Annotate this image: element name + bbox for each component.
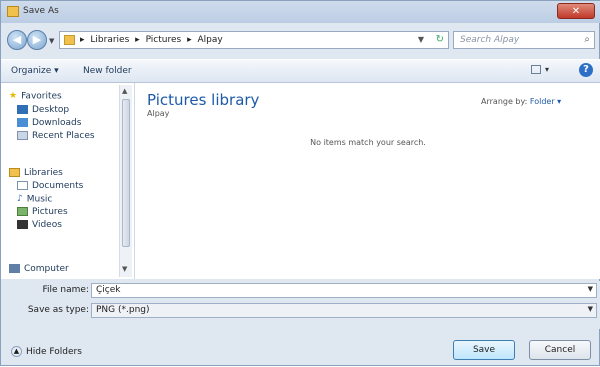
empty-message: No items match your search. <box>310 138 426 147</box>
change-view-icon[interactable] <box>531 65 541 74</box>
nav-item-pictures[interactable]: Pictures <box>17 207 68 217</box>
title-bar: Save As ✕ <box>1 1 600 23</box>
folder-icon <box>7 6 19 17</box>
search-icon[interactable]: ⌕ <box>584 34 590 45</box>
breadcrumb-libraries[interactable]: Libraries <box>90 35 129 45</box>
nav-item-downloads[interactable]: Downloads <box>17 118 81 128</box>
file-name-field[interactable]: Çiçek ▼ <box>91 283 597 298</box>
nav-item-desktop[interactable]: Desktop <box>17 105 69 115</box>
nav-libraries[interactable]: Libraries <box>9 168 63 178</box>
desktop-icon <box>17 105 28 114</box>
toolbar: Organize ▾ New folder ▾ ? <box>1 59 600 83</box>
breadcrumb-alpay[interactable]: Alpay <box>197 35 222 45</box>
scroll-thumb[interactable] <box>122 99 130 247</box>
hide-folders-button[interactable]: ▲ Hide Folders <box>11 346 82 357</box>
new-folder-button[interactable]: New folder <box>83 66 132 76</box>
library-subtitle: Alpay <box>147 109 170 118</box>
forward-button[interactable]: ▶ <box>27 30 47 50</box>
folder-icon <box>64 35 75 45</box>
back-button[interactable]: ◀ <box>7 30 27 50</box>
save-as-type-select[interactable]: PNG (*.png) ▼ <box>91 303 597 318</box>
breadcrumb-pictures[interactable]: Pictures <box>146 35 182 45</box>
file-name-value: Çiçek <box>96 285 121 295</box>
documents-icon <box>17 181 28 190</box>
arrange-by-dropdown[interactable]: Folder ▾ <box>530 97 561 106</box>
address-bar[interactable]: ▸ Libraries ▸ Pictures ▸ Alpay ▼ ↻ <box>59 31 449 49</box>
file-list-pane: Pictures library Alpay Arrange by: Folde… <box>135 83 600 279</box>
search-input[interactable]: Search Alpay ⌕ <box>453 31 595 49</box>
star-icon: ★ <box>9 91 18 101</box>
recent-places-icon <box>17 131 28 140</box>
videos-icon <box>17 220 28 229</box>
nav-scrollbar[interactable]: ▲ ▼ <box>119 85 132 277</box>
computer-icon <box>9 264 20 273</box>
view-dropdown-icon[interactable]: ▾ <box>545 65 549 74</box>
close-button[interactable]: ✕ <box>557 3 595 19</box>
chevron-up-icon: ▲ <box>11 346 22 357</box>
arrange-by: Arrange by: Folder ▾ <box>481 97 561 106</box>
scroll-down-icon[interactable]: ▼ <box>122 265 127 273</box>
library-title: Pictures library <box>147 91 260 109</box>
breadcrumb: ▸ Libraries ▸ Pictures ▸ Alpay <box>80 35 226 45</box>
nav-item-documents[interactable]: Documents <box>17 181 83 191</box>
arrange-by-label: Arrange by: <box>481 97 528 106</box>
nav-item-music[interactable]: ♪ Music <box>17 194 52 205</box>
save-form: File name: Çiçek ▼ Save as type: PNG (*.… <box>1 281 600 329</box>
libraries-icon <box>9 168 20 177</box>
cancel-button[interactable]: Cancel <box>529 340 591 360</box>
save-as-type-value: PNG (*.png) <box>96 305 150 315</box>
recent-pages-dropdown[interactable]: ▼ <box>49 37 57 45</box>
navigation-pane: ★ Favorites Desktop Downloads Recent Plac… <box>1 83 135 279</box>
address-row: ◀ ▶ ▼ ▸ Libraries ▸ Pictures ▸ Alpay ▼ ↻… <box>1 25 600 55</box>
dialog-footer: ▲ Hide Folders Save Cancel <box>1 331 600 367</box>
save-as-type-label: Save as type: <box>27 305 89 315</box>
help-icon[interactable]: ? <box>579 63 593 77</box>
music-icon: ♪ <box>17 194 23 204</box>
scroll-up-icon[interactable]: ▲ <box>122 87 127 95</box>
downloads-icon <box>17 118 28 127</box>
file-name-label: File name: <box>42 285 89 295</box>
breadcrumb-separator: ▸ <box>187 35 192 45</box>
chevron-down-icon[interactable]: ▼ <box>588 305 593 313</box>
pictures-icon <box>17 207 28 216</box>
nav-item-videos[interactable]: Videos <box>17 220 62 230</box>
search-placeholder: Search Alpay <box>460 35 520 45</box>
refresh-icon[interactable]: ↻ <box>436 34 444 45</box>
window-title: Save As <box>23 6 59 16</box>
nav-item-recent-places[interactable]: Recent Places <box>17 131 95 141</box>
address-dropdown-icon[interactable]: ▼ <box>418 35 424 44</box>
organize-button[interactable]: Organize ▾ <box>11 66 59 76</box>
save-button[interactable]: Save <box>453 340 515 360</box>
nav-favorites[interactable]: ★ Favorites <box>9 91 62 102</box>
breadcrumb-separator: ▸ <box>80 35 85 45</box>
breadcrumb-separator: ▸ <box>135 35 140 45</box>
save-as-dialog: Save As ✕ ◀ ▶ ▼ ▸ Libraries ▸ Pictures ▸… <box>0 0 600 366</box>
chevron-down-icon[interactable]: ▼ <box>588 285 593 293</box>
nav-computer[interactable]: Computer <box>9 264 69 274</box>
